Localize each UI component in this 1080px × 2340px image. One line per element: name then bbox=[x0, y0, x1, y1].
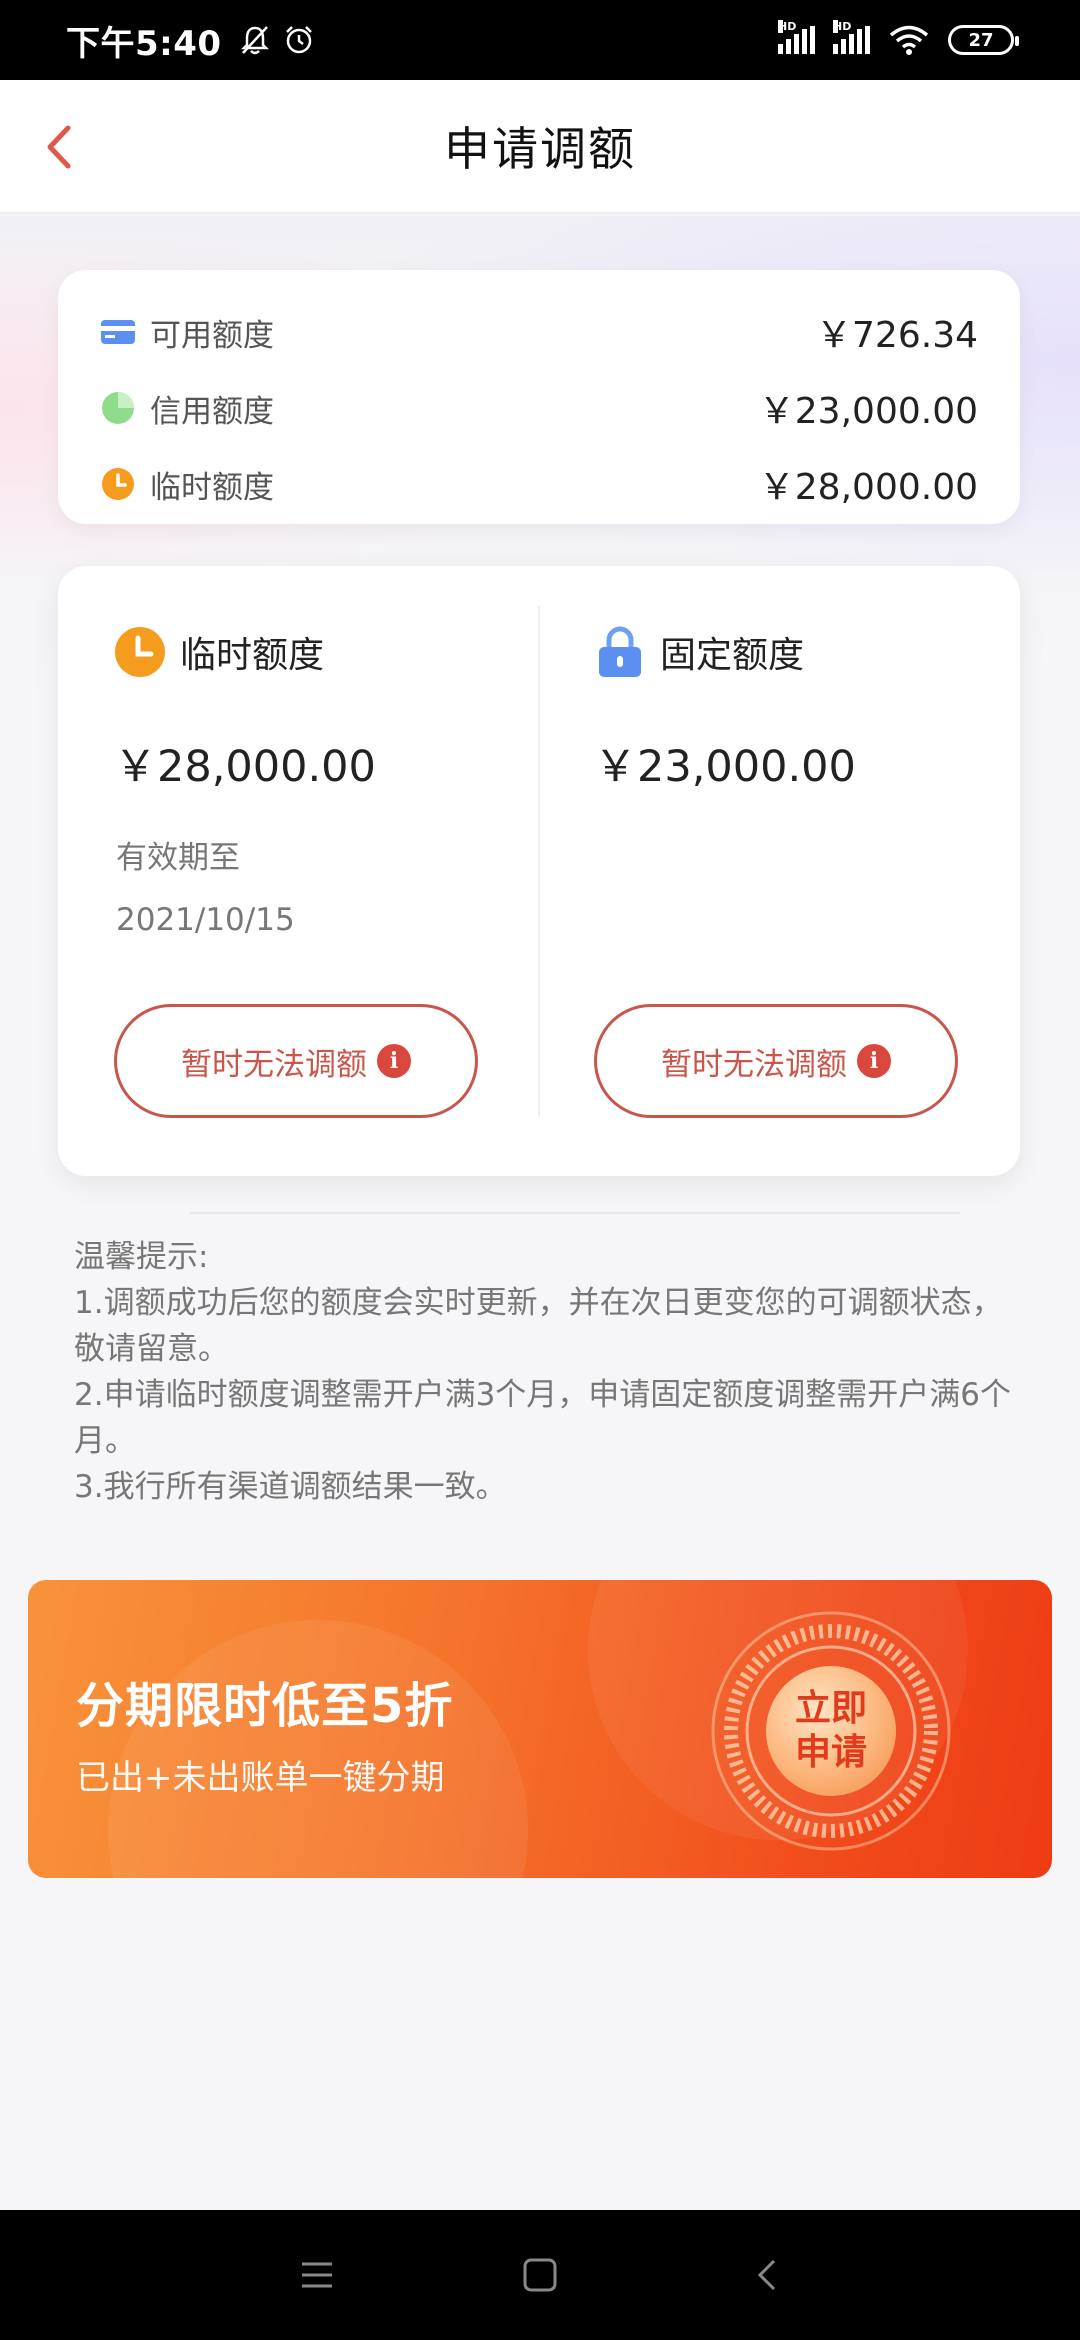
fixed-limit-column: 固定额度 ￥23,000.00 暂时无法调额 i bbox=[540, 566, 1020, 1176]
fixed-adjust-button[interactable]: 暂时无法调额 i bbox=[594, 1004, 958, 1118]
tip-line: 3.我行所有渠道调额结果一致。 bbox=[74, 1469, 507, 1505]
fixed-limit-header: 固定额度 bbox=[594, 626, 804, 678]
status-left-icons bbox=[238, 23, 316, 57]
lock-icon bbox=[594, 626, 646, 678]
tips-section: 温馨提示: 1.调额成功后您的额度会实时更新，并在次日更变您的可调额状态，敬请留… bbox=[74, 1234, 1014, 1510]
wifi-icon bbox=[889, 25, 929, 55]
adjust-button-label: 暂时无法调额 bbox=[661, 1046, 847, 1083]
signal-hd-label-2: HD bbox=[833, 20, 852, 33]
card-icon bbox=[100, 314, 136, 350]
signal-hd-label: HD bbox=[778, 20, 797, 33]
temporary-limit-title: 临时额度 bbox=[180, 635, 325, 676]
page-title: 申请调额 bbox=[444, 122, 636, 176]
chevron-left-icon bbox=[47, 125, 71, 169]
installment-promo-banner[interactable]: 分期限时低至5折 已出+未出账单一键分期 立即 申请 bbox=[28, 1580, 1052, 1878]
cta-line: 立即 bbox=[794, 1688, 867, 1729]
limit-adjust-card: 临时额度 ￥28,000.00 有效期至 2021/10/15 暂时无法调额 i… bbox=[58, 566, 1020, 1176]
back-triangle-icon bbox=[757, 2259, 776, 2291]
limit-summary-card: 可用额度 ￥726.34 信用额度 ￥23,000.00 临时额度 ￥28,00… bbox=[58, 270, 1020, 524]
nav-back-button[interactable] bbox=[742, 2250, 792, 2300]
fixed-limit-amount: ￥23,000.00 bbox=[594, 742, 856, 792]
home-button[interactable] bbox=[515, 2250, 565, 2300]
app-header: 申请调额 bbox=[0, 80, 1080, 214]
summary-label: 信用额度 bbox=[150, 393, 274, 430]
signal-icon-2: HD bbox=[833, 20, 870, 54]
banner-decoration bbox=[108, 1620, 528, 1878]
summary-value: ￥28,000.00 bbox=[758, 467, 978, 508]
clock-icon bbox=[100, 466, 136, 502]
home-square-icon bbox=[523, 2258, 557, 2292]
summary-label: 临时额度 bbox=[150, 469, 274, 506]
expiry-label: 有效期至 bbox=[116, 840, 240, 876]
menu-button[interactable] bbox=[292, 2250, 342, 2300]
alarm-icon bbox=[285, 26, 312, 54]
status-bar: 下午5:40 HD HD 27 bbox=[0, 0, 1080, 80]
pie-icon bbox=[100, 390, 136, 426]
temporary-adjust-button[interactable]: 暂时无法调额 i bbox=[114, 1004, 478, 1118]
summary-value: ￥726.34 bbox=[816, 315, 978, 356]
info-icon[interactable]: i bbox=[377, 1044, 411, 1078]
adjust-button-label: 暂时无法调额 bbox=[181, 1046, 367, 1083]
apply-now-button[interactable]: 立即 申请 bbox=[766, 1666, 896, 1796]
expiry-date: 2021/10/15 bbox=[116, 902, 295, 938]
temporary-limit-amount: ￥28,000.00 bbox=[114, 742, 376, 792]
back-button[interactable] bbox=[36, 122, 86, 172]
status-time: 下午5:40 bbox=[66, 23, 222, 64]
summary-label: 可用额度 bbox=[150, 317, 274, 354]
temporary-limit-header: 临时额度 bbox=[114, 626, 324, 678]
summary-row-available: 可用额度 ￥726.34 bbox=[100, 294, 978, 370]
tip-line: 1.调额成功后您的额度会实时更新，并在次日更变您的可调额状态，敬请留意。 bbox=[74, 1285, 1003, 1367]
menu-icon bbox=[302, 2262, 332, 2288]
bell-off-icon bbox=[240, 26, 269, 55]
battery-icon: 27 bbox=[948, 25, 1019, 55]
fixed-limit-title: 固定额度 bbox=[660, 635, 805, 676]
tip-line: 2.申请临时额度调整需开户满3个月，申请固定额度调整需开户满6个月。 bbox=[74, 1377, 1012, 1459]
summary-row-temporary: 临时额度 ￥28,000.00 bbox=[100, 446, 978, 522]
signal-icon: HD bbox=[778, 20, 815, 54]
banner-subtitle: 已出+未出账单一键分期 bbox=[76, 1758, 445, 1798]
temporary-limit-column: 临时额度 ￥28,000.00 有效期至 2021/10/15 暂时无法调额 i bbox=[58, 566, 538, 1176]
summary-value: ￥23,000.00 bbox=[758, 391, 978, 432]
clock-icon bbox=[114, 626, 166, 678]
banner-title: 分期限时低至5折 bbox=[76, 1678, 454, 1734]
info-icon[interactable]: i bbox=[857, 1044, 891, 1078]
cta-line: 申请 bbox=[794, 1732, 867, 1773]
summary-row-credit: 信用额度 ￥23,000.00 bbox=[100, 370, 978, 446]
card-shadow-divider bbox=[190, 1212, 960, 1214]
status-right-icons: HD HD 27 bbox=[778, 20, 1019, 56]
tips-heading: 温馨提示: bbox=[74, 1239, 209, 1275]
system-nav-bar bbox=[0, 2210, 1080, 2340]
